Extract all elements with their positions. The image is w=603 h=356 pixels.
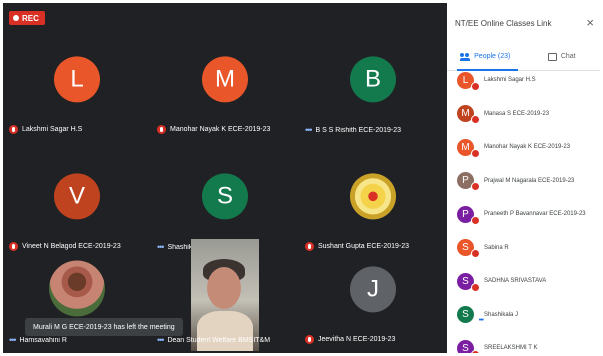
participant-list-item[interactable]: S SREELAKSHMI T K (457, 336, 537, 353)
audio-level-icon: ••• (9, 337, 17, 344)
participant-list-item[interactable]: S Sabina R (457, 236, 509, 260)
participant-list-item[interactable]: S ••• Shashikala J (457, 303, 518, 327)
avatar-initial: P (462, 208, 469, 220)
audio-level-icon: ••• (305, 127, 313, 134)
avatar: S (202, 173, 248, 220)
tab-people-label: People (23) (474, 53, 511, 60)
audio-level-icon: ••• (478, 317, 484, 324)
recording-badge: REC (9, 11, 45, 25)
participant-tile[interactable]: B ••• B S S Rishith ECE-2019-23 (299, 25, 447, 141)
participant-name-row: ••• B S S Rishith ECE-2019-23 (305, 127, 443, 134)
avatar-initial: M (461, 108, 470, 119)
participant-list-item[interactable]: M Manasa S ECE-2019-23 (457, 102, 549, 126)
participant-name: SADHNA SRIVASTAVA (484, 278, 547, 284)
mic-off-icon (471, 282, 480, 292)
avatar-initial: S (462, 242, 469, 253)
avatar-initial: S (462, 275, 469, 287)
avatar: S ••• (457, 306, 484, 324)
tab-chat-label: Chat (560, 53, 576, 60)
participant-name: Prajwal M Nagarala ECE-2019-23 (484, 177, 575, 184)
participant-list-item[interactable]: P Prajwal M Nagarala ECE-2019-23 (457, 169, 574, 193)
participant-name: B S S Rishith ECE-2019-23 (315, 127, 402, 134)
mic-off-icon (9, 125, 18, 134)
participant-name: SREELAKSHMI T K (484, 345, 538, 351)
mic-off-icon (471, 81, 480, 91)
avatar: S (457, 272, 480, 292)
participant-name: Lakshmi Sagar H.S (484, 77, 536, 83)
participant-name: Shashikala J (484, 311, 519, 318)
avatar: L (54, 56, 100, 103)
participant-tile[interactable]: M Manohar Nayak K ECE-2019-23 (151, 25, 299, 141)
mic-off-icon (471, 115, 480, 124)
mic-off-icon (471, 148, 480, 158)
mic-off-icon (471, 349, 480, 353)
participant-name: Manohar Nayak K ECE-2019-23 (170, 126, 271, 133)
camera-video (191, 239, 259, 351)
panel-tabs: People (23) Chat (447, 43, 600, 71)
mic-off-icon (471, 182, 480, 191)
avatar: V (54, 173, 100, 220)
mic-off-icon (305, 335, 314, 344)
participant-name: Dean Student Welfare BMSIT&M (167, 337, 271, 344)
avatar-initial: M (461, 141, 470, 153)
avatar (350, 173, 396, 220)
mic-off-icon (157, 125, 166, 134)
record-dot-icon (13, 15, 19, 21)
avatar-initial: S (462, 309, 469, 320)
participant-list-item[interactable]: M Manohar Nayak K ECE-2019-23 (457, 135, 570, 159)
avatar-initial: P (462, 175, 469, 186)
tab-chat[interactable]: Chat (524, 43, 601, 70)
participant-name: Lakshmi Sagar H.S (22, 126, 83, 133)
avatar: P (457, 205, 480, 225)
close-icon[interactable]: × (586, 16, 594, 29)
participant-list-item[interactable]: L Lakshmi Sagar H.S (457, 68, 536, 92)
avatar: M (457, 105, 480, 124)
participant-name: Hamsavahini R (19, 337, 67, 344)
participant-name-row: Lakshmi Sagar H.S (9, 125, 147, 134)
participant-tile[interactable]: L Lakshmi Sagar H.S (3, 25, 151, 141)
avatar (49, 260, 105, 317)
avatar-initial: L (462, 74, 469, 86)
participant-name-row: ••• Hamsavahini R (9, 337, 147, 344)
video-grid: REC L Lakshmi Sagar H.S M Manohar Nayak K E… (3, 3, 447, 353)
participant-name: Manasa S ECE-2019-23 (484, 110, 550, 117)
mic-off-icon (471, 249, 480, 258)
avatar: P (457, 172, 480, 191)
mic-off-icon (471, 215, 480, 225)
participant-name: Sabina R (484, 244, 509, 251)
participant-name: Jeevitha N ECE-2019-23 (318, 336, 396, 343)
avatar: M (457, 138, 480, 158)
participant-list-item[interactable]: S SADHNA SRIVASTAVA (457, 269, 546, 293)
participant-name: Manohar Nayak K ECE-2019-23 (484, 144, 571, 150)
avatar: B (350, 56, 396, 103)
avatar: M (202, 56, 248, 103)
audio-level-icon: ••• (157, 337, 165, 344)
participant-name: Praneeth P Bavannavar ECE-2019-23 (484, 211, 586, 217)
avatar: L (457, 71, 480, 91)
chat-icon (547, 52, 557, 61)
avatar: S (457, 339, 480, 354)
participant-list-item[interactable]: P Praneeth P Bavannavar ECE-2019-23 (457, 202, 586, 226)
recording-label: REC (22, 13, 39, 23)
people-icon (460, 52, 471, 61)
participant-tile[interactable]: J Jeevitha N ECE-2019-23 (299, 235, 447, 351)
avatar: S (457, 239, 480, 258)
left-meeting-toast: Murali M G ECE-2019-23 has left the meet… (25, 318, 183, 336)
participant-name-row: ••• Dean Student Welfare BMSIT&M (157, 337, 295, 344)
tab-people[interactable]: People (23) (447, 43, 524, 71)
people-panel: NT/EE Online Classes Link × People (23) … (447, 3, 600, 353)
participant-name-row: Manohar Nayak K ECE-2019-23 (157, 125, 295, 134)
panel-title: NT/EE Online Classes Link (455, 18, 552, 28)
avatar-initial: S (462, 342, 469, 354)
avatar: J (350, 266, 396, 313)
participant-name-row: Jeevitha N ECE-2019-23 (305, 335, 443, 344)
